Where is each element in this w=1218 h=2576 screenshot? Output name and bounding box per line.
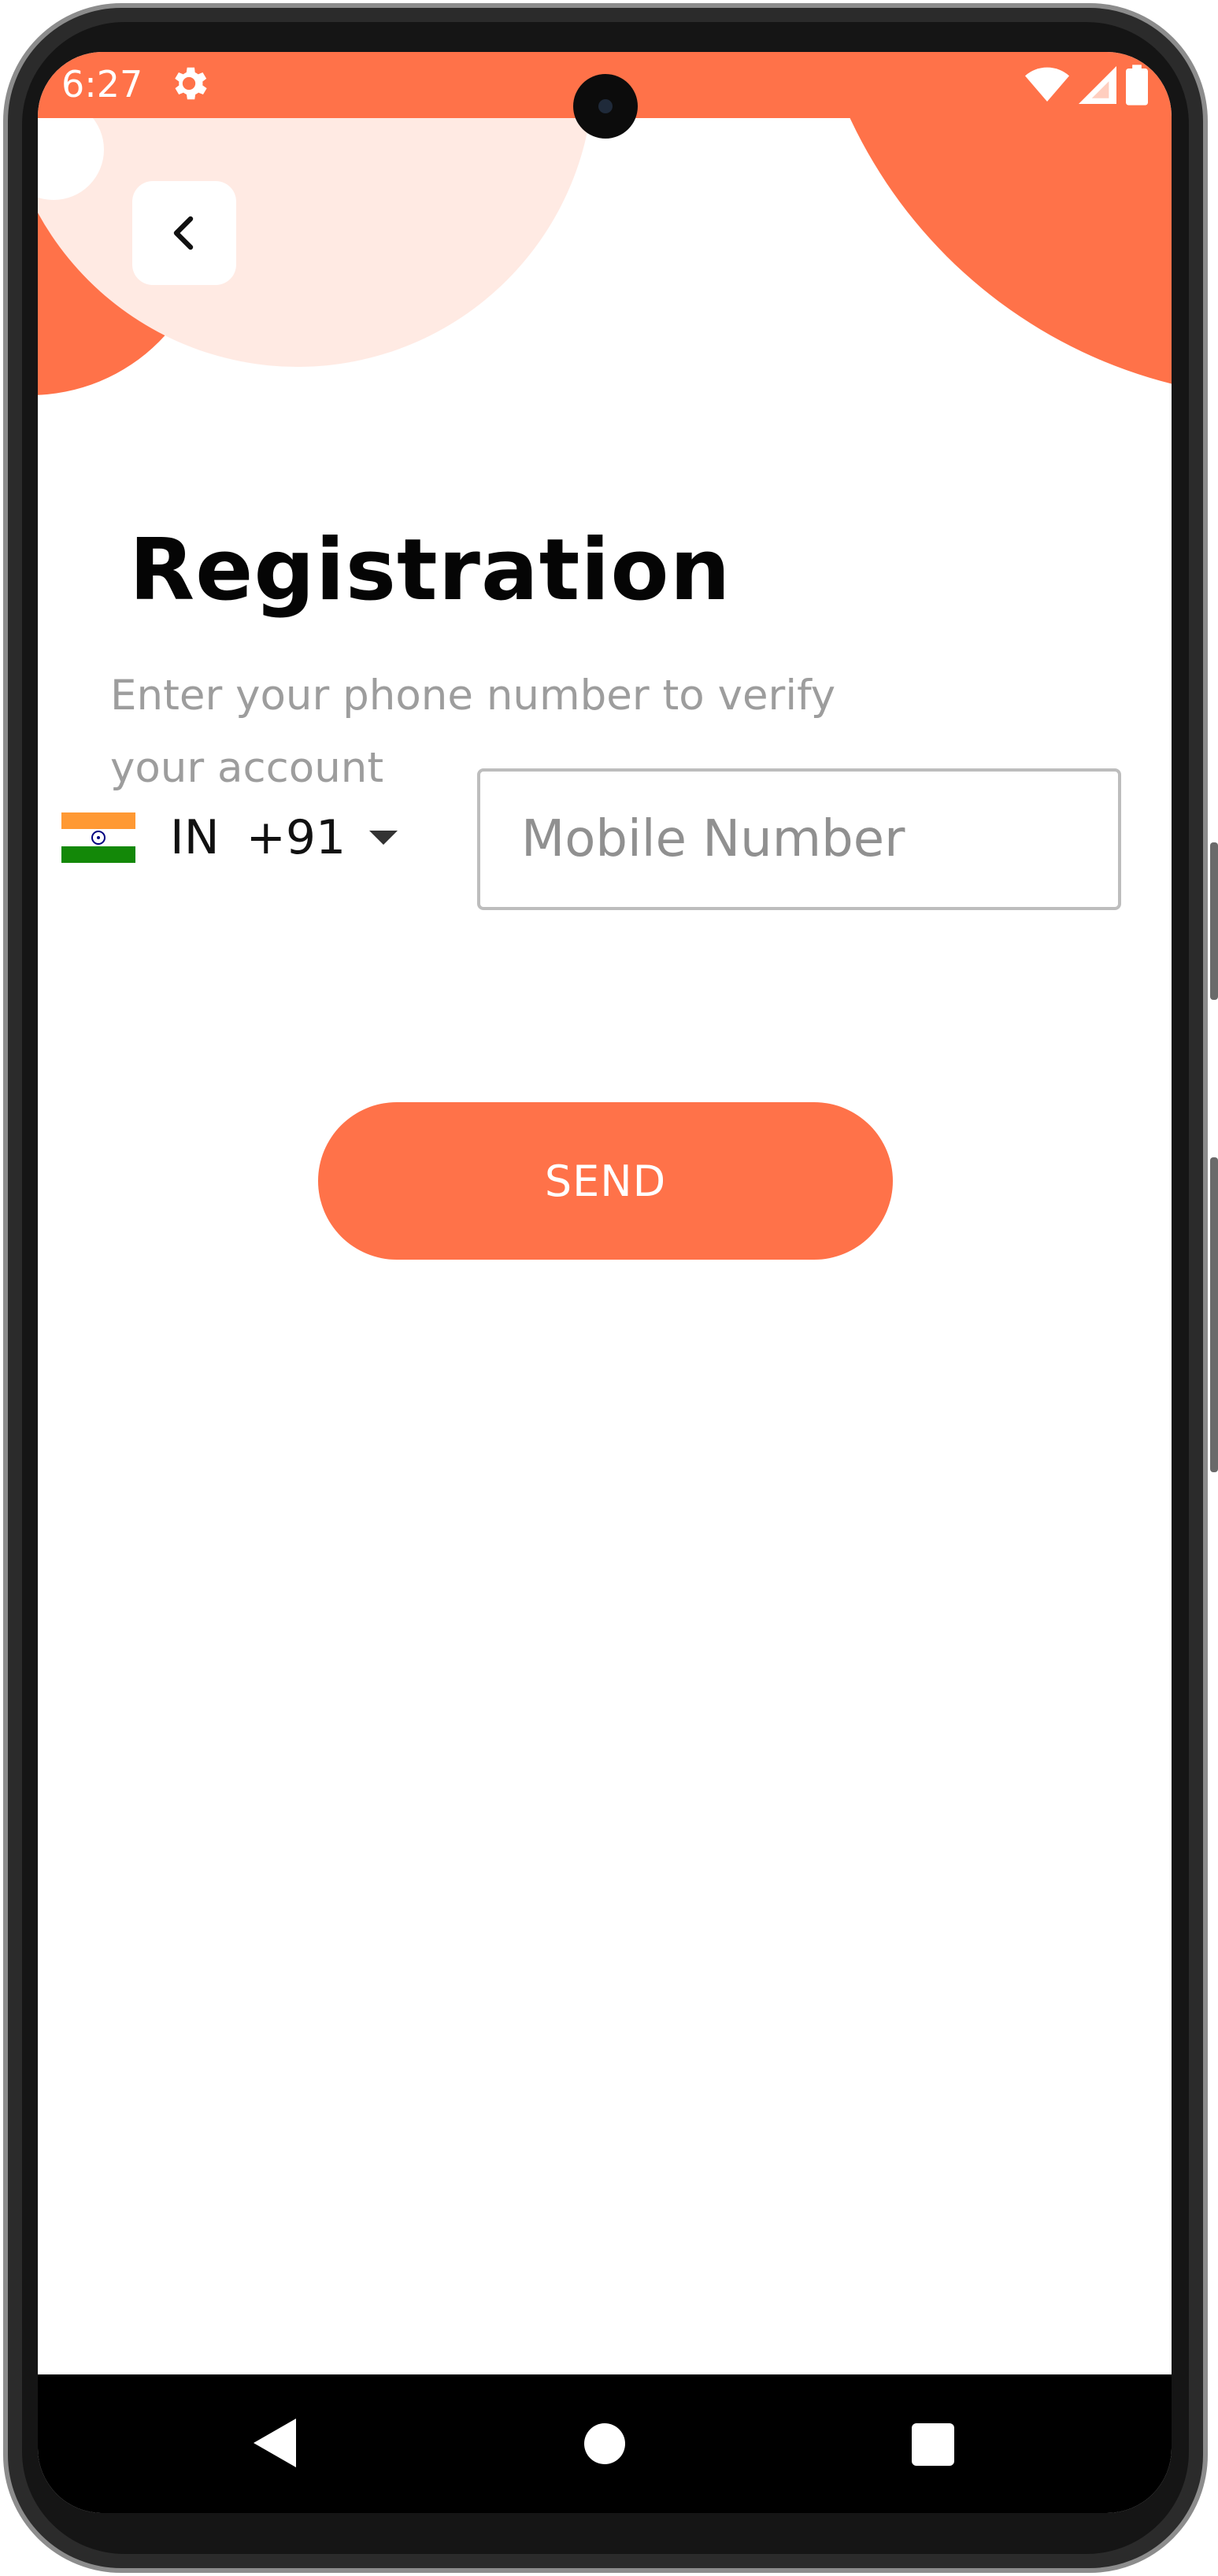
status-icons <box>1025 63 1148 107</box>
navigation-bar <box>38 2374 1172 2513</box>
nav-recents-icon[interactable] <box>912 2423 954 2466</box>
chevron-left-icon <box>173 216 194 250</box>
send-button[interactable]: SEND <box>318 1102 893 1260</box>
chevron-down-icon <box>369 831 398 845</box>
battery-icon <box>1126 65 1148 105</box>
country-code: IN <box>170 810 220 865</box>
page-title: Registration <box>129 521 731 620</box>
mobile-number-input[interactable] <box>477 768 1121 910</box>
signal-icon <box>1079 66 1116 104</box>
app-screen: 6:27 Registration Enter your phone numbe… <box>38 52 1172 2513</box>
back-button[interactable] <box>132 181 236 285</box>
volume-button <box>1210 842 1218 1000</box>
nav-back-icon[interactable] <box>254 2419 296 2467</box>
status-time: 6:27 <box>61 63 143 105</box>
gear-icon <box>175 67 207 100</box>
dial-code: +91 <box>246 810 346 865</box>
country-picker[interactable]: IN +91 <box>61 792 398 883</box>
front-camera <box>573 74 638 139</box>
wifi-icon <box>1025 67 1069 102</box>
nav-home-icon[interactable] <box>584 2423 625 2464</box>
power-button <box>1210 1157 1218 1472</box>
india-flag-icon <box>61 812 135 863</box>
